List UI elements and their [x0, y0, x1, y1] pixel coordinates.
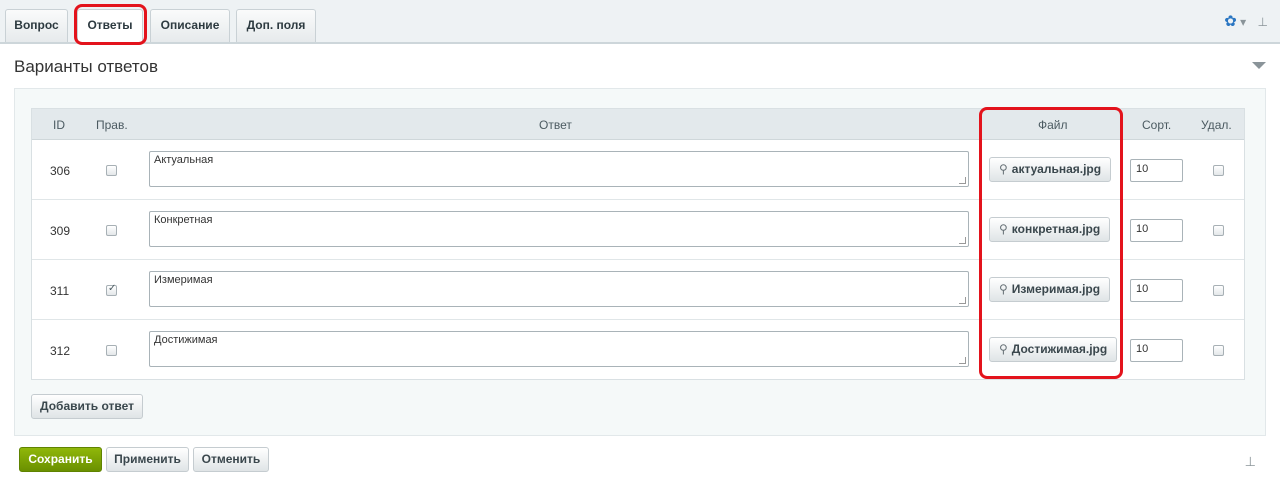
- answer-id: 311: [50, 284, 70, 298]
- answers-table: ID Прав. Ответ Файл Сорт. Удал. 306 Акту…: [31, 108, 1245, 380]
- correct-checkbox[interactable]: [106, 345, 117, 356]
- file-button[interactable]: ⚲ Достижимая.jpg: [989, 337, 1118, 362]
- file-name: конкретная.jpg: [1011, 222, 1101, 236]
- chevron-down-icon[interactable]: ▾: [1240, 15, 1246, 29]
- table-header: ID Прав. Ответ Файл Сорт. Удал.: [32, 109, 1244, 140]
- col-file: Файл: [1038, 118, 1068, 132]
- table-row: 306 Актуальная ⚲ актуальная.jpg 10: [32, 140, 1244, 200]
- correct-checkbox[interactable]: [106, 283, 117, 296]
- apply-button[interactable]: Применить: [106, 447, 189, 472]
- paperclip-icon: ⚲: [999, 222, 1008, 236]
- tab-answers[interactable]: Ответы: [77, 9, 143, 44]
- delete-checkbox[interactable]: [1213, 225, 1224, 236]
- correct-checkbox[interactable]: [106, 225, 117, 236]
- save-button[interactable]: Сохранить: [19, 447, 102, 472]
- delete-checkbox[interactable]: [1213, 165, 1224, 176]
- col-answer: Ответ: [539, 118, 572, 132]
- table-row: 311 Измеримая ⚲Измеримая.jpg 10: [32, 260, 1244, 320]
- tab-extra-fields[interactable]: Доп. поля: [236, 9, 316, 42]
- file-button[interactable]: ⚲ актуальная.jpg: [989, 157, 1112, 182]
- add-answer-button[interactable]: Добавить ответ: [31, 394, 143, 419]
- paperclip-icon: ⚲: [999, 342, 1008, 356]
- sort-input[interactable]: 10: [1130, 339, 1183, 362]
- tabs-bar: Вопрос Ответы Описание Доп. поля ✿ ▾ ⊥: [0, 0, 1280, 44]
- table-row: 309 Конкретная ⚲ конкретная.jpg 10: [32, 200, 1244, 260]
- sort-input[interactable]: 10: [1130, 219, 1183, 242]
- col-correct: Прав.: [96, 118, 128, 132]
- col-delete: Удал.: [1201, 118, 1232, 132]
- pin-icon[interactable]: ⊥: [1245, 454, 1256, 470]
- sort-input[interactable]: 10: [1130, 279, 1183, 302]
- col-sort: Сорт.: [1142, 118, 1172, 132]
- file-button[interactable]: ⚲ Измеримая.jpg: [989, 277, 1111, 302]
- answer-id: 306: [50, 164, 71, 178]
- answer-textarea[interactable]: Конкретная: [149, 211, 969, 247]
- pin-icon[interactable]: ⊥: [1258, 15, 1268, 29]
- tab-description[interactable]: Описание: [150, 9, 230, 42]
- file-button[interactable]: ⚲ конкретная.jpg: [989, 217, 1111, 242]
- collapse-icon[interactable]: [1252, 62, 1266, 69]
- answer-id: 309: [50, 224, 71, 238]
- answer-textarea[interactable]: Измеримая: [149, 271, 969, 307]
- delete-checkbox[interactable]: [1213, 345, 1224, 356]
- file-name: Измеримая.jpg: [1011, 282, 1101, 296]
- paperclip-icon: ⚲: [999, 282, 1008, 296]
- top-icons: ✿ ▾ ⊥: [1224, 12, 1268, 30]
- sort-input[interactable]: 10: [1130, 159, 1183, 182]
- table-row: 312 Достижимая ⚲ Достижимая.jpg 10: [32, 320, 1244, 380]
- correct-checkbox[interactable]: [106, 165, 117, 176]
- gear-icon[interactable]: ✿: [1224, 13, 1237, 30]
- file-name: Достижимая.jpg: [1011, 342, 1108, 356]
- col-id: ID: [53, 118, 65, 132]
- paperclip-icon: ⚲: [999, 162, 1008, 176]
- section-title: Варианты ответов: [14, 57, 158, 76]
- file-name: актуальная.jpg: [1011, 162, 1102, 176]
- tab-question[interactable]: Вопрос: [5, 9, 68, 42]
- answer-id: 312: [50, 344, 71, 358]
- delete-checkbox[interactable]: [1213, 285, 1224, 296]
- answer-textarea[interactable]: Актуальная: [149, 151, 969, 187]
- answer-textarea[interactable]: Достижимая: [149, 331, 969, 367]
- cancel-button[interactable]: Отменить: [193, 447, 269, 472]
